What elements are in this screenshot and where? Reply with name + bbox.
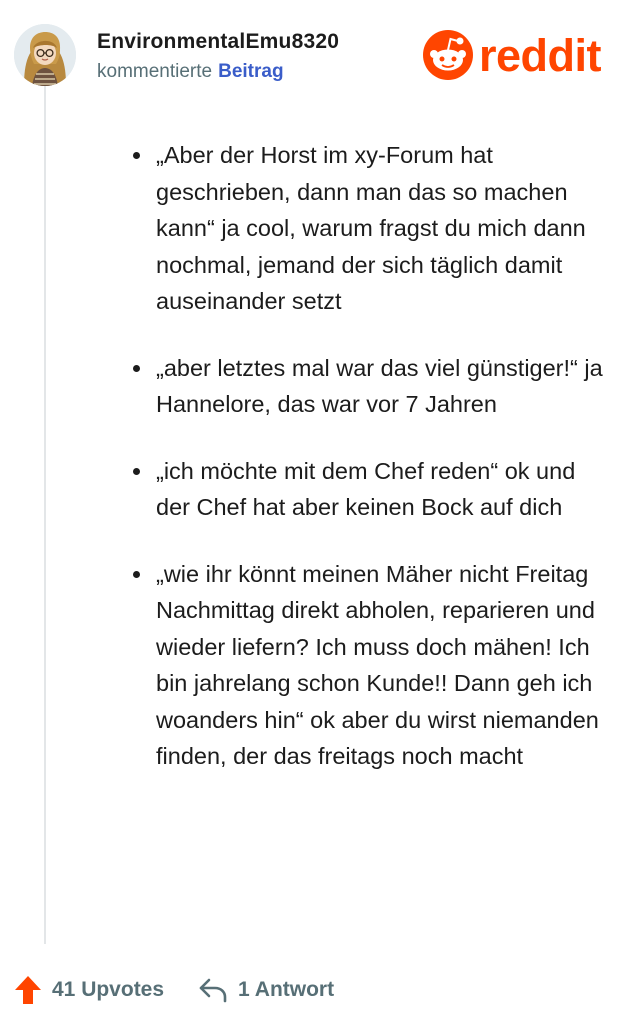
list-item-text: „wie ihr könnt meinen Mäher nicht Freita… — [156, 560, 599, 770]
list-item: „ich möchte mit dem Chef reden“ ok und d… — [133, 453, 603, 526]
comment-meta: kommentierte Beitrag — [97, 61, 284, 83]
comment-body: „Aber der Horst im xy-Forum hat geschrie… — [133, 137, 603, 805]
reddit-snoo-icon — [423, 30, 473, 80]
bullet-dot — [133, 364, 140, 372]
avatar[interactable] — [14, 24, 76, 86]
reply-count: 1 Antwort — [238, 978, 335, 1001]
bullet-dot — [133, 152, 140, 159]
upvote-button[interactable]: 41 Upvotes — [14, 975, 164, 1005]
bullet-dot — [133, 467, 140, 475]
comment-author[interactable]: EnvironmentalEmu8320 — [97, 30, 339, 54]
reddit-logo: reddit — [423, 29, 602, 81]
upvote-arrow-icon — [15, 976, 41, 1004]
reddit-wordmark: reddit — [479, 29, 602, 81]
post-link[interactable]: Beitrag — [218, 61, 283, 82]
avatar-image — [14, 24, 76, 86]
comment-actions: 41 Upvotes 1 Antwort — [14, 973, 334, 1007]
list-item-text: „aber letztes mal war das viel günstiger… — [156, 354, 603, 418]
list-item: „aber letztes mal war das viel günstiger… — [133, 350, 603, 423]
list-item: „wie ihr könnt meinen Mäher nicht Freita… — [133, 556, 603, 775]
bullet-dot — [133, 570, 140, 578]
comment-action-text: kommentierte — [97, 61, 213, 82]
reply-icon — [199, 978, 227, 1003]
upvote-count: 41 Upvotes — [52, 978, 165, 1001]
thread-line — [44, 86, 46, 944]
reply-button[interactable]: 1 Antwort — [198, 977, 334, 1003]
list-item: „Aber der Horst im xy-Forum hat geschrie… — [133, 137, 603, 320]
list-item-text: „ich möchte mit dem Chef reden“ ok und d… — [156, 457, 576, 521]
list-item-text: „Aber der Horst im xy-Forum hat geschrie… — [156, 142, 586, 314]
